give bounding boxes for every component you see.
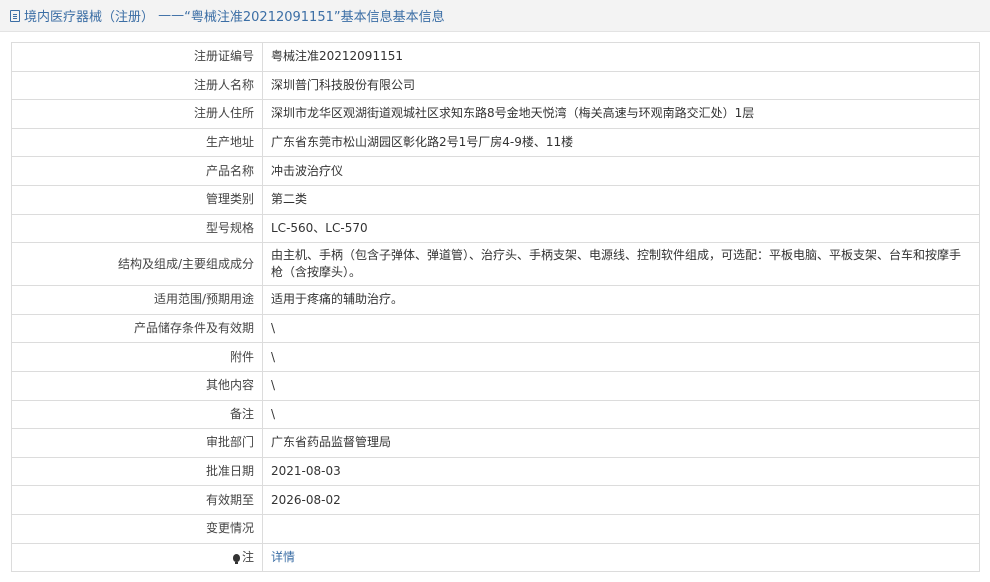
row-value: 适用于疼痛的辅助治疗。 [262,285,980,315]
table-row: 产品名称 冲击波治疗仪 [11,156,980,186]
row-label: 注册证编号 [11,42,263,72]
row-value: 深圳普门科技股份有限公司 [262,70,980,101]
row-value: \ [262,313,980,344]
row-value [262,513,980,544]
header-suffix: 基本信息 [392,10,445,25]
info-table: 注册证编号 粤械注准20212091151 注册人名称 深圳普门科技股份有限公司… [11,42,980,573]
row-value: 广东省药品监督管理局 [262,428,980,458]
row-label: 产品储存条件及有效期 [11,313,263,344]
note-value-cell: 详情 [262,542,980,573]
row-value: LC-560、LC-570 [262,213,980,244]
details-link[interactable]: 详情 [271,550,295,564]
table-row: 注 详情 [11,542,980,573]
table-row: 有效期至 2026-08-02 [11,485,980,515]
row-value: 2021-08-03 [262,456,980,487]
row-label: 附件 [11,342,263,372]
row-label: 适用范围/预期用途 [11,285,263,315]
row-value: 第二类 [262,184,980,215]
row-label: 注册人名称 [11,70,263,101]
row-label: 变更情况 [11,513,263,544]
header-category: 境内医疗器械（注册） [24,10,155,25]
row-value: 2026-08-02 [262,485,980,515]
row-label: 注 [241,549,254,564]
table-row: 审批部门 广东省药品监督管理局 [11,428,980,458]
table-row: 备注 \ [11,399,980,430]
row-label: 结构及组成/主要组成成分 [11,242,263,287]
table-row: 附件 \ [11,342,980,372]
table-row: 其他内容 \ [11,370,980,401]
table-row: 型号规格 LC-560、LC-570 [11,213,980,244]
row-value: \ [262,342,980,372]
row-label: 管理类别 [11,184,263,215]
header-dash: —— [158,8,185,23]
row-label: 生产地址 [11,127,263,158]
document-icon [10,9,20,22]
table-row: 注册证编号 粤械注准20212091151 [11,42,980,72]
row-label: 产品名称 [11,156,263,186]
row-label: 型号规格 [11,213,263,244]
row-label: 备注 [11,399,263,430]
row-value: 由主机、手柄（包含子弹体、弹道管）、治疗头、手柄支架、电源线、控制软件组成，可选… [262,242,980,287]
row-value: \ [262,399,980,430]
table-row: 变更情况 [11,513,980,544]
table-row: 注册人名称 深圳普门科技股份有限公司 [11,70,980,101]
table-row: 注册人住所 深圳市龙华区观湖街道观城社区求知东路8号金地天悦湾（梅关高速与环观南… [11,99,980,129]
row-value: 冲击波治疗仪 [262,156,980,186]
row-label: 其他内容 [11,370,263,401]
row-value: \ [262,370,980,401]
header-title: “粤械注准20212091151”基本信息 [184,10,393,25]
row-label: 注册人住所 [11,99,263,129]
row-label: 批准日期 [11,456,263,487]
table-row: 批准日期 2021-08-03 [11,456,980,487]
table-row: 生产地址 广东省东莞市松山湖园区彰化路2号1号厂房4-9楼、11楼 [11,127,980,158]
table-row: 产品储存条件及有效期 \ [11,313,980,344]
note-label-cell: 注 [11,542,263,573]
table-row: 管理类别 第二类 [11,184,980,215]
row-label: 有效期至 [11,485,263,515]
row-value: 深圳市龙华区观湖街道观城社区求知东路8号金地天悦湾（梅关高速与环观南路交汇处）1… [262,99,980,129]
table-row: 适用范围/预期用途 适用于疼痛的辅助治疗。 [11,285,980,315]
table-row: 结构及组成/主要组成成分 由主机、手柄（包含子弹体、弹道管）、治疗头、手柄支架、… [11,242,980,287]
row-label: 审批部门 [11,428,263,458]
page-header: 境内医疗器械（注册） —— “粤械注准20212091151”基本信息 基本信息 [0,0,990,32]
row-value: 广东省东莞市松山湖园区彰化路2号1号厂房4-9楼、11楼 [262,127,980,158]
lightbulb-icon [232,553,240,564]
row-value: 粤械注准20212091151 [262,42,980,72]
